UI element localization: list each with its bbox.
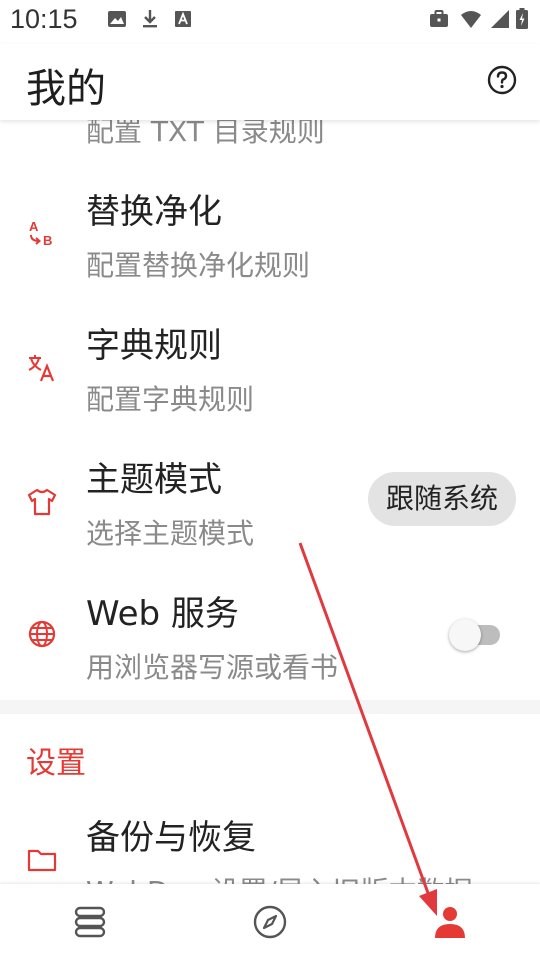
- globe-icon: [28, 620, 56, 648]
- list-item-subtitle: 配置字典规则: [86, 383, 255, 416]
- app-bar: 我的: [0, 44, 540, 120]
- list-item-subtitle: WebDav 设置/导入旧版本数据: [86, 870, 473, 884]
- list-item-subtitle: 配置 TXT 目录规则: [86, 120, 325, 148]
- battery-icon: [516, 8, 528, 29]
- settings-section-header: 设置: [26, 746, 86, 781]
- status-bar: 10:15: [0, 0, 540, 44]
- list-item-title: 字典规则: [86, 326, 222, 366]
- tshirt-icon: [27, 488, 57, 516]
- image-icon: [108, 11, 126, 27]
- web-service-switch[interactable]: [449, 619, 481, 651]
- page-title: 我的: [26, 66, 106, 112]
- folder-icon: [27, 849, 57, 872]
- person-icon[interactable]: [430, 902, 470, 942]
- settings-list: 配置 TXT 目录规则 A B 替换净化 配置替换净化规则 字典规则 配置字典规…: [0, 120, 540, 884]
- list-item-txt-toc-rules[interactable]: 配置 TXT 目录规则: [0, 120, 540, 150]
- font-icon: [175, 11, 191, 27]
- list-item-title: 替换净化: [86, 192, 222, 232]
- svg-text:A: A: [29, 219, 39, 234]
- list-item-subtitle: 选择主题模式: [86, 517, 255, 550]
- list-item-replace-rules[interactable]: A B 替换净化 配置替换净化规则: [0, 166, 540, 300]
- list-item-title: 备份与恢复: [86, 818, 256, 858]
- list-item-title: Web 服务: [86, 594, 239, 634]
- translate-icon: [28, 355, 55, 382]
- signal-icon: [491, 10, 509, 28]
- bookshelf-icon[interactable]: [70, 902, 110, 942]
- theme-mode-value-chip[interactable]: 跟随系统: [367, 472, 516, 526]
- download-icon: [143, 10, 157, 28]
- wifi-icon: [461, 11, 481, 28]
- list-item-backup-restore[interactable]: 备份与恢复 WebDav 设置/导入旧版本数据: [0, 798, 540, 884]
- compass-icon[interactable]: [250, 902, 290, 942]
- status-time: 10:15: [10, 4, 78, 34]
- list-item-subtitle: 用浏览器写源或看书: [86, 651, 339, 684]
- bottom-navigation: [0, 884, 540, 960]
- section-divider: [0, 700, 540, 714]
- list-item-dict-rules[interactable]: 字典规则 配置字典规则: [0, 300, 540, 434]
- screen: 10:15 我的 配置 TXT 目录规则 A B 替换净化 配置替换净化规则 字…: [0, 0, 540, 960]
- briefcase-icon: [430, 10, 448, 27]
- list-item-subtitle: 配置替换净化规则: [86, 249, 311, 282]
- replace-ab-icon: A B: [29, 219, 52, 248]
- help-circle-icon[interactable]: [486, 64, 518, 96]
- list-item-title: 主题模式: [86, 460, 222, 500]
- svg-text:B: B: [43, 233, 52, 248]
